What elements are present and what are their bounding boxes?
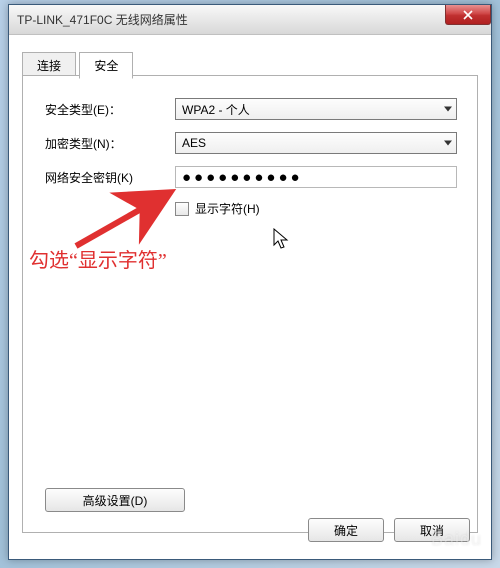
cancel-label: 取消 — [420, 522, 444, 539]
row-network-key: 网络安全密钥(K) ●●●●●●●●●● — [45, 166, 457, 188]
network-key-input[interactable]: ●●●●●●●●●● — [175, 166, 457, 188]
row-encryption-type: 加密类型(N)： AES — [45, 132, 457, 154]
network-key-value: ●●●●●●●●●● — [182, 169, 303, 186]
tabstrip: 连接 安全 — [22, 51, 484, 75]
show-characters-checkbox[interactable] — [175, 202, 189, 216]
security-type-label: 安全类型(E)： — [45, 101, 175, 118]
dialog-footer: 确定 取消 — [308, 518, 470, 542]
close-icon — [462, 10, 474, 20]
security-type-combo[interactable]: WPA2 - 个人 — [175, 98, 457, 120]
window-title: TP-LINK_471F0C 无线网络属性 — [17, 11, 188, 28]
encryption-type-label: 加密类型(N)： — [45, 135, 175, 152]
annotation-arrow-icon — [71, 186, 191, 256]
encryption-type-combo[interactable]: AES — [175, 132, 457, 154]
ok-button[interactable]: 确定 — [308, 518, 384, 542]
row-security-type: 安全类型(E)： WPA2 - 个人 — [45, 98, 457, 120]
show-characters-label: 显示字符(H) — [195, 200, 260, 217]
ok-label: 确定 — [334, 522, 358, 539]
security-type-value: WPA2 - 个人 — [182, 101, 250, 118]
dialog-window: TP-LINK_471F0C 无线网络属性 连接 安全 安全类型(E)： WPA… — [8, 4, 492, 560]
chevron-down-icon — [444, 107, 452, 112]
cursor-icon — [273, 228, 291, 252]
cancel-button[interactable]: 取消 — [394, 518, 470, 542]
annotation-text: 勾选“显示字符” — [29, 244, 167, 273]
advanced-settings-button[interactable]: 高级设置(D) — [45, 488, 185, 512]
client-area: 连接 安全 安全类型(E)： WPA2 - 个人 加密类型(N)： AES 网络… — [16, 43, 484, 552]
tab-security[interactable]: 安全 — [79, 52, 133, 79]
close-button[interactable] — [445, 5, 491, 25]
encryption-type-value: AES — [182, 136, 206, 150]
titlebar: TP-LINK_471F0C 无线网络属性 — [9, 5, 491, 35]
row-show-characters: 显示字符(H) — [175, 200, 457, 217]
advanced-settings-label: 高级设置(D) — [83, 492, 148, 509]
network-key-label: 网络安全密钥(K) — [45, 169, 175, 186]
tab-panel-security: 安全类型(E)： WPA2 - 个人 加密类型(N)： AES 网络安全密钥(K… — [22, 75, 478, 533]
chevron-down-icon — [444, 141, 452, 146]
